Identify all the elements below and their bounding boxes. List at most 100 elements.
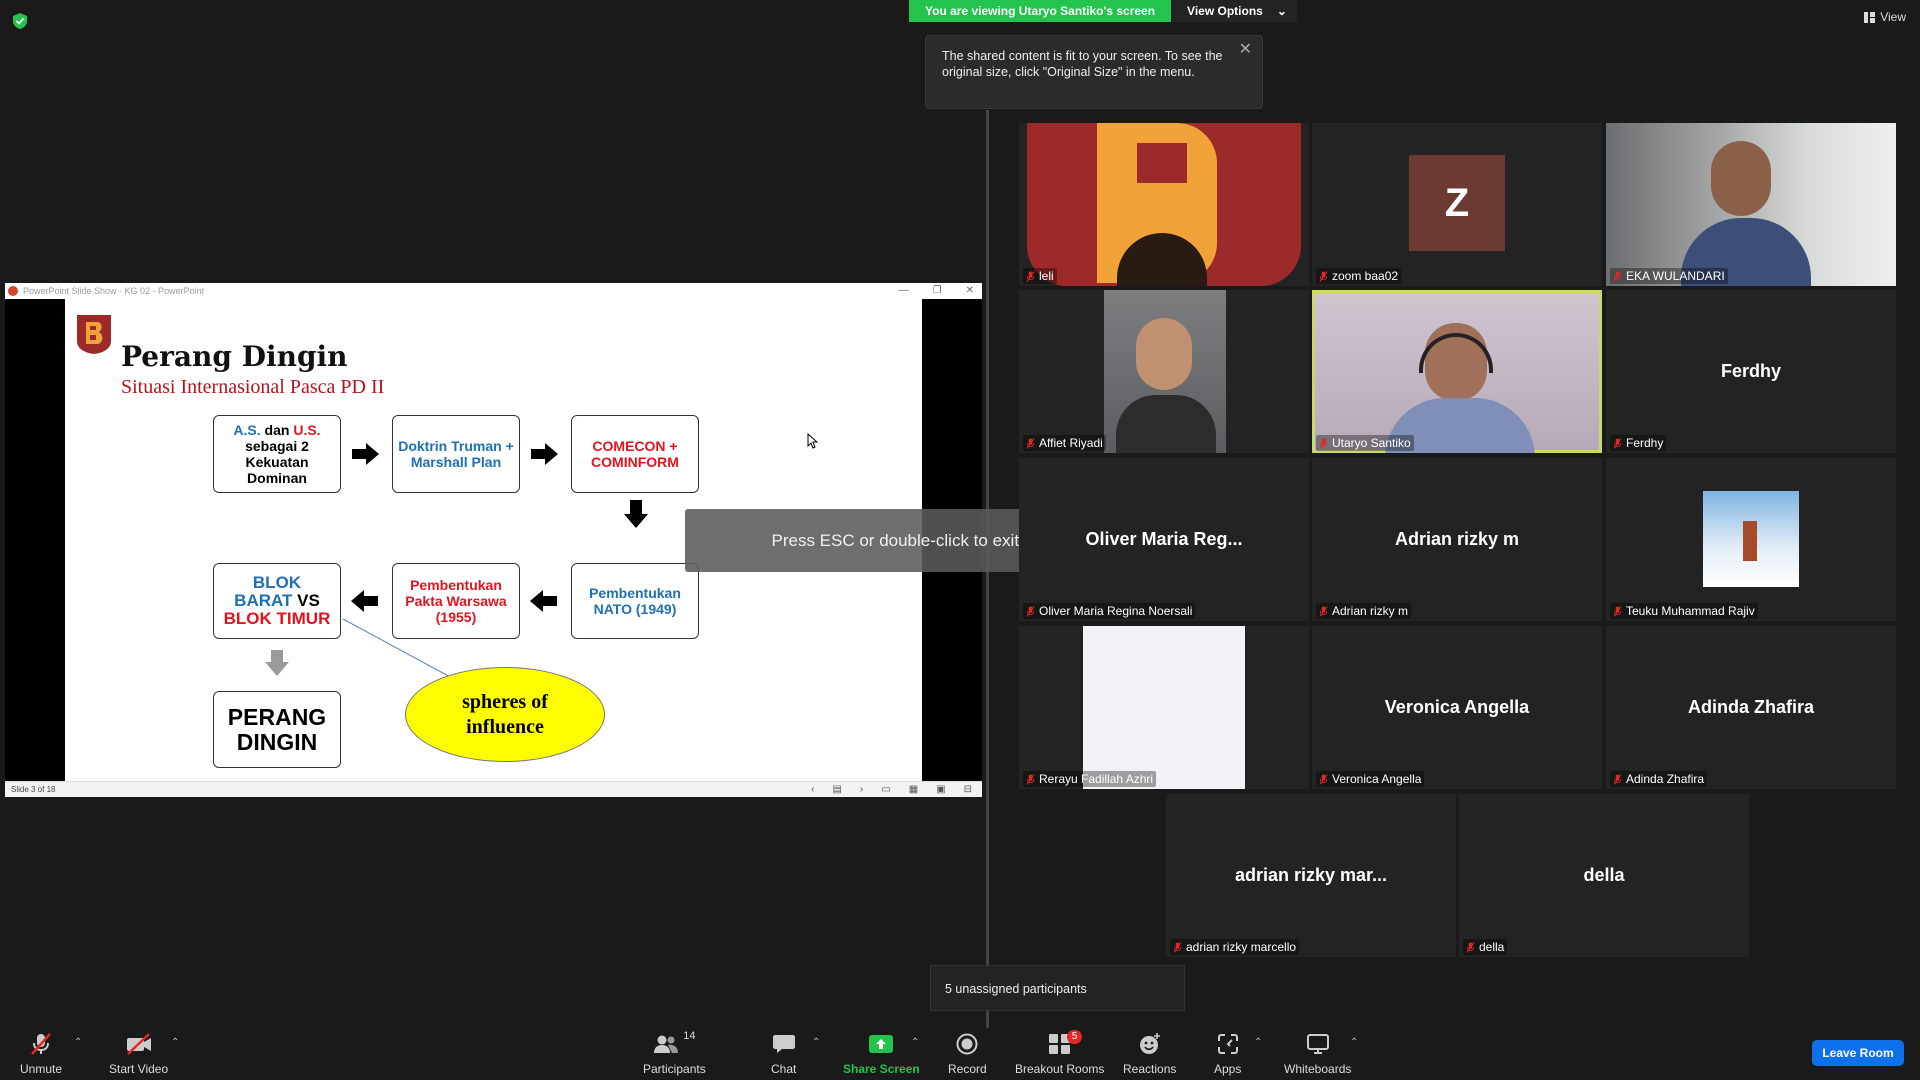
arrow-down-gray-icon xyxy=(265,650,289,676)
slide-counter: Slide 3 of 18 xyxy=(11,785,56,794)
box6-vs: VS xyxy=(292,591,320,610)
participant-name: della xyxy=(1479,940,1505,954)
box-pakta-warsawa: Pembentukan Pakta Warsawa (1955) xyxy=(392,563,520,639)
participant-tile[interactable]: Affiet Riyadi xyxy=(1019,290,1309,453)
mic-off-icon xyxy=(1466,941,1475,953)
reading-view-icon[interactable]: ▣ xyxy=(936,782,945,798)
next-slide-icon[interactable]: › xyxy=(860,782,863,798)
participant-name-display: Veronica Angella xyxy=(1384,697,1530,717)
breakout-rooms-badge: 5 xyxy=(1066,1030,1083,1044)
slide-menu-icon[interactable]: ▤ xyxy=(832,782,841,798)
video-options-chevron-icon[interactable]: ⌃ xyxy=(171,1037,179,1048)
participant-name: Adinda Zhafira xyxy=(1626,772,1705,786)
mic-off-icon xyxy=(1026,437,1035,449)
close-icon[interactable]: ✕ xyxy=(966,283,974,299)
participant-name: Adrian rizky m xyxy=(1332,604,1409,618)
participant-label: Adinda Zhafira xyxy=(1610,771,1708,787)
participant-tile[interactable]: Oliver Maria Reg... Oliver Maria Regina N… xyxy=(1019,458,1309,621)
chat-button[interactable]: Chat xyxy=(771,1032,796,1076)
participant-tile[interactable]: Adrian rizky m Adrian rizky m xyxy=(1312,458,1602,621)
box6-blok: BLOK xyxy=(252,573,302,592)
chat-options-chevron-icon[interactable]: ⌃ xyxy=(812,1037,820,1048)
normal-view-icon[interactable]: ▭ xyxy=(881,782,890,798)
spheres-of-influence-ellipse: spheres of influence xyxy=(405,667,605,762)
view-layout-button[interactable]: View xyxy=(1864,10,1906,24)
participant-label: della xyxy=(1463,939,1508,955)
whiteboards-button[interactable]: Whiteboards xyxy=(1284,1032,1351,1076)
apps-button[interactable]: Apps xyxy=(1214,1032,1241,1076)
arrow-right-icon xyxy=(352,443,379,465)
participants-label: Participants xyxy=(643,1062,706,1076)
ppt-window-title: PowerPoint Slide Show - KG 02 - PowerPoi… xyxy=(23,286,205,296)
view-options-label: View Options xyxy=(1187,4,1263,18)
chevron-down-icon: ⌄ xyxy=(1276,4,1287,18)
mic-off-icon xyxy=(1026,605,1035,617)
breakout-rooms-button[interactable]: 5 Breakout Rooms xyxy=(1015,1030,1104,1076)
view-options-button[interactable]: View Options ⌄ xyxy=(1171,0,1297,22)
avatar: Z xyxy=(1409,155,1505,251)
participant-video xyxy=(1315,293,1599,453)
audio-options-chevron-icon[interactable]: ⌃ xyxy=(74,1037,82,1048)
participant-tile[interactable]: Utaryo Santiko xyxy=(1312,290,1602,453)
unassigned-participants-notice[interactable]: 5 unassigned participants xyxy=(930,965,1185,1011)
box1-as: A.S. xyxy=(233,422,261,438)
share-screen-button[interactable]: Share Screen xyxy=(843,1032,920,1076)
mic-off-icon xyxy=(1319,605,1328,617)
tooltip-text: The shared content is fit to your screen… xyxy=(942,49,1223,79)
arrow-right-icon xyxy=(531,443,558,465)
participants-button[interactable]: 14 Participants xyxy=(643,1030,706,1076)
participant-tile[interactable]: Veronica Angella Veronica Angella xyxy=(1312,626,1602,789)
participant-tile[interactable]: EKA WULANDARI xyxy=(1606,123,1896,286)
participant-name: Oliver Maria Regina Noersali xyxy=(1039,604,1193,618)
grid-view-icon xyxy=(1864,11,1876,23)
arrow-left-icon xyxy=(351,590,378,612)
minimize-icon[interactable]: — xyxy=(899,283,909,299)
security-shield-icon[interactable] xyxy=(12,12,28,30)
participant-name: Rerayu Fadillah Azhri xyxy=(1039,772,1154,786)
slide-sorter-icon[interactable]: ▦ xyxy=(909,782,918,798)
mic-off-icon xyxy=(1319,773,1328,785)
participant-tile[interactable]: Teuku Muhammad Rajiv xyxy=(1606,458,1896,621)
mic-off-icon xyxy=(1026,773,1035,785)
ppt-status-bar: Slide 3 of 18 ‹ ▤ › ▭ ▦ ▣ ⊟ xyxy=(5,781,982,797)
participant-label: Veronica Angella xyxy=(1316,771,1425,787)
record-button[interactable]: Record xyxy=(948,1032,987,1076)
chat-label: Chat xyxy=(771,1062,797,1076)
previous-slide-icon[interactable]: ‹ xyxy=(811,782,814,798)
reactions-button[interactable]: Reactions xyxy=(1123,1032,1176,1076)
record-label: Record xyxy=(948,1062,987,1076)
participant-tile[interactable]: Ferdhy Ferdhy xyxy=(1606,290,1896,453)
participant-tile[interactable]: Adinda Zhafira Adinda Zhafira xyxy=(1606,626,1896,789)
participant-name-display: della xyxy=(1583,865,1625,885)
box-dominant-powers: A.S. dan U.S. sebagai 2 Kekuatan Dominan xyxy=(213,415,341,493)
box6-blok-timur: BLOK TIMUR xyxy=(223,609,331,628)
apps-label: Apps xyxy=(1214,1062,1242,1076)
participant-name: zoom baa02 xyxy=(1332,269,1399,283)
participant-tile[interactable]: leli xyxy=(1019,123,1309,286)
start-video-button[interactable]: Start Video xyxy=(109,1032,168,1076)
participant-tile[interactable]: Rerayu Fadillah Azhri xyxy=(1019,626,1309,789)
close-icon[interactable]: ✕ xyxy=(1239,42,1252,58)
participants-count: 14 xyxy=(683,1030,696,1042)
participant-tile[interactable]: della della xyxy=(1459,794,1749,957)
reactions-icon xyxy=(1139,1033,1160,1054)
mic-off-icon xyxy=(1319,437,1328,449)
restore-icon[interactable]: ❐ xyxy=(933,283,942,299)
university-logo-icon xyxy=(77,315,111,354)
slide-subtitle: Situasi Internasional Pasca PD II xyxy=(121,376,385,398)
unmute-button[interactable]: Unmute xyxy=(20,1032,62,1076)
whiteboards-options-chevron-icon[interactable]: ⌃ xyxy=(1350,1037,1358,1048)
participant-tile[interactable]: adrian rizky mar... adrian rizky marcello xyxy=(1166,794,1456,957)
apps-icon xyxy=(1217,1034,1238,1054)
mic-off-icon xyxy=(31,1033,51,1055)
slideshow-view-icon[interactable]: ⊟ xyxy=(964,782,972,798)
participant-label: Affiet Riyadi xyxy=(1023,435,1106,451)
participant-label: Rerayu Fadillah Azhri xyxy=(1023,771,1157,787)
box-perang-dingin: PERANG DINGIN xyxy=(213,691,341,768)
ppt-title-bar: PowerPoint Slide Show - KG 02 - PowerPoi… xyxy=(5,283,982,299)
participant-tile[interactable]: Zzoom baa02 xyxy=(1312,123,1602,286)
leave-room-button[interactable]: Leave Room xyxy=(1812,1040,1904,1066)
apps-options-chevron-icon[interactable]: ⌃ xyxy=(1254,1037,1262,1048)
participant-name: Affiet Riyadi xyxy=(1039,436,1103,450)
share-options-chevron-icon[interactable]: ⌃ xyxy=(911,1037,919,1048)
